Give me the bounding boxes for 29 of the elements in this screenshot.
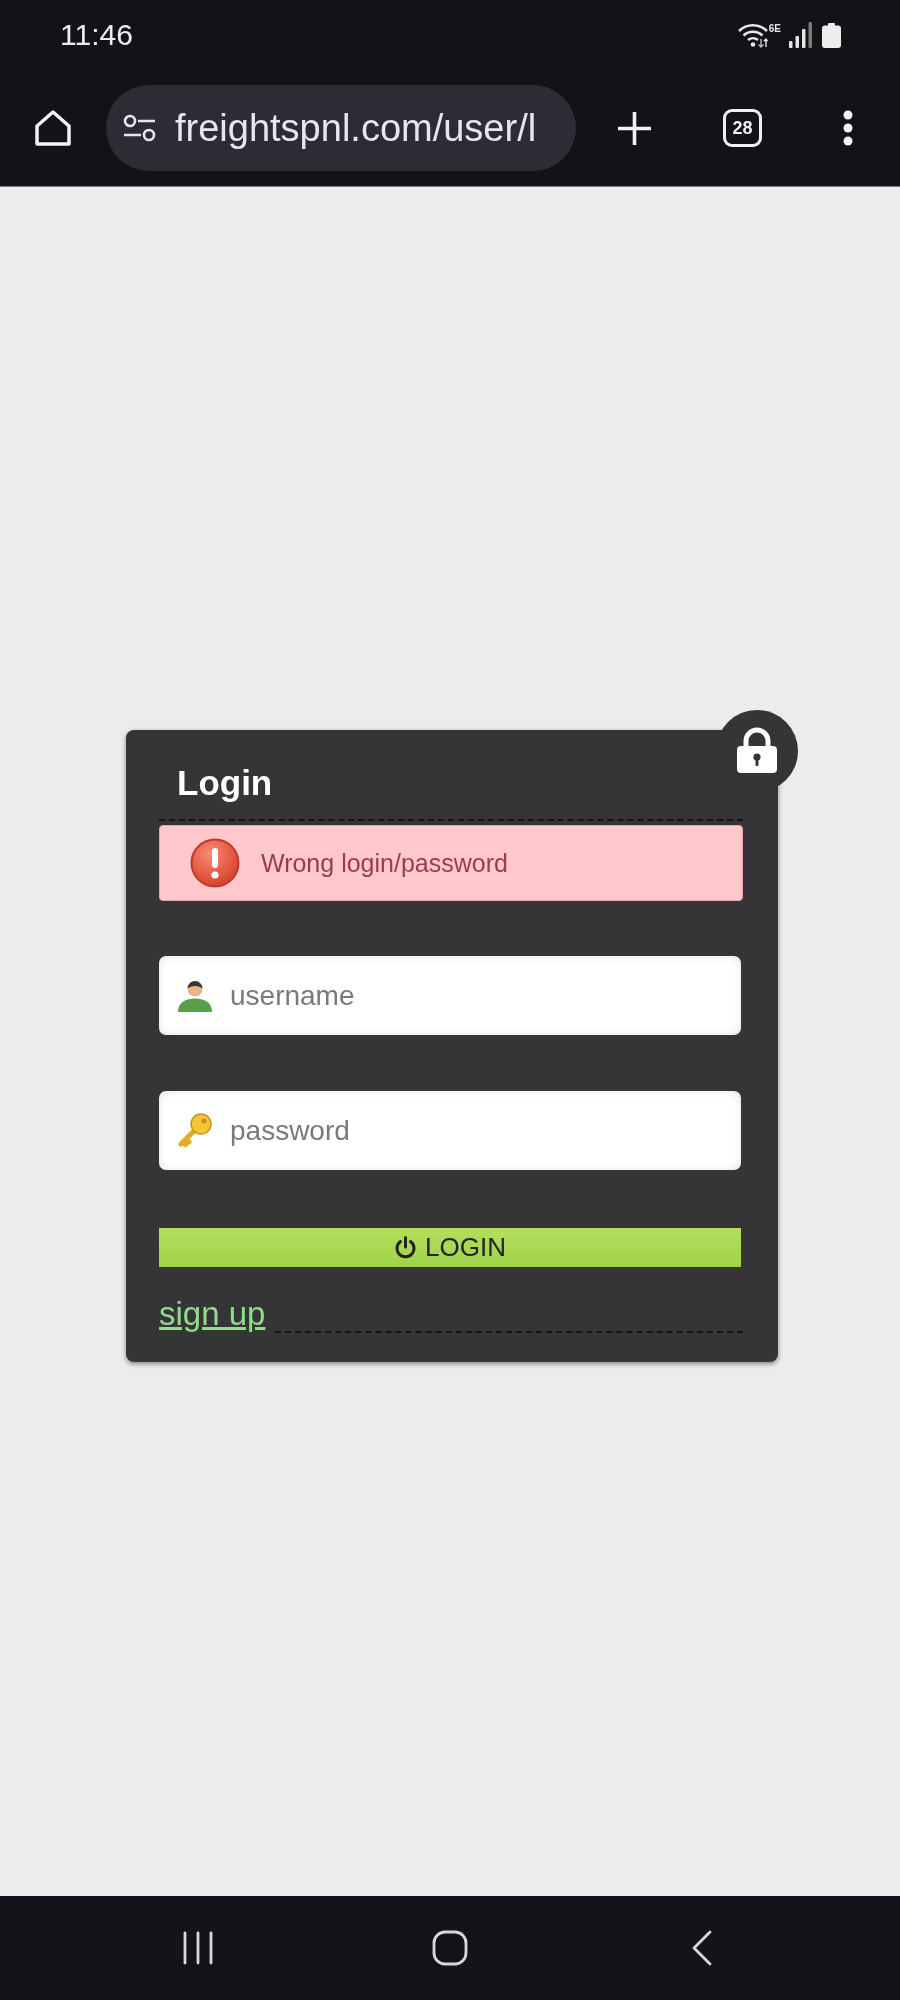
home-button[interactable] xyxy=(432,1930,468,1966)
home-icon xyxy=(33,108,73,148)
login-button[interactable]: LOGIN xyxy=(159,1228,741,1267)
menu-icon xyxy=(842,110,854,146)
back-button[interactable] xyxy=(691,1930,713,1966)
tabs-button[interactable]: 28 xyxy=(723,109,762,147)
key-icon xyxy=(177,1112,213,1148)
password-field[interactable]: password xyxy=(159,1091,741,1170)
menu-button[interactable] xyxy=(842,110,854,146)
recent-apps-button[interactable] xyxy=(183,1931,213,1965)
power-icon xyxy=(394,1235,418,1260)
tune-icon xyxy=(123,114,156,142)
home-icon xyxy=(432,1930,468,1966)
username-field[interactable]: username xyxy=(159,956,741,1035)
recent-apps-icon xyxy=(183,1931,213,1965)
signup-link[interactable]: sign up xyxy=(159,1295,266,1333)
battery-icon xyxy=(822,22,841,48)
signal-icon xyxy=(789,22,814,48)
plus-icon xyxy=(617,110,652,146)
home-button[interactable] xyxy=(33,108,73,148)
card-title: Login xyxy=(177,763,273,803)
wifi-label: 6E xyxy=(768,23,781,34)
back-icon xyxy=(691,1930,713,1966)
clock-time: 11:46 xyxy=(60,18,133,52)
wifi-icon xyxy=(737,22,768,48)
error-icon xyxy=(190,838,240,888)
url-field[interactable]: freightspnl.com/user/l xyxy=(106,85,576,171)
new-tab-button[interactable] xyxy=(617,110,652,146)
error-message: Wrong login/password xyxy=(261,848,508,878)
